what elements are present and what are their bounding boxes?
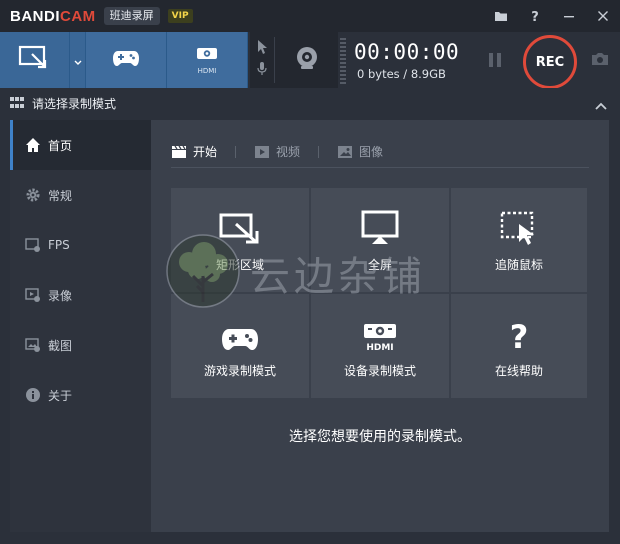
instruction-text: 选择您想要使用的录制模式。 (289, 429, 471, 445)
question-icon: ? (504, 314, 534, 352)
screen-rectangle-mode-button[interactable] (0, 32, 70, 88)
folder-icon[interactable] (484, 0, 518, 32)
home-icon (24, 136, 42, 154)
screenshot-button[interactable] (590, 51, 610, 69)
mode-online-help[interactable]: ? 在线帮助 (451, 294, 587, 398)
device-mode-button[interactable]: HDMI (167, 32, 248, 88)
game-mode-button[interactable] (86, 32, 167, 88)
gear-icon (24, 186, 42, 204)
mode-device[interactable]: HDMI 设备录制模式 (311, 294, 449, 398)
clapper-icon (171, 145, 187, 159)
play-icon (254, 145, 270, 159)
image-gear-icon (24, 336, 42, 354)
sidebar-item-fps[interactable]: FPS (10, 220, 151, 270)
microphone-icon[interactable] (256, 61, 268, 81)
rectangle-select-icon (218, 208, 262, 246)
main-panel: 开始 视频 图像 矩形区域 全屏 追随鼠标 游戏录制模式 HDMI 设备录制模式… (151, 120, 609, 532)
mode-rectangle-area[interactable]: 矩形区域 (171, 188, 309, 292)
image-icon (337, 145, 353, 159)
hdmi-label: HDMI (197, 66, 217, 75)
webcam-panel (250, 32, 338, 88)
webcam-button[interactable] (275, 45, 338, 75)
sidebar-item-label: FPS (48, 238, 70, 252)
webcam-icon (294, 45, 320, 75)
gamepad-icon (112, 48, 140, 72)
close-icon[interactable] (586, 0, 620, 32)
pause-icon (488, 53, 502, 72)
camera-icon (590, 52, 610, 71)
tab-start[interactable]: 开始 (171, 143, 217, 160)
recording-timer: 00:00:00 (354, 40, 460, 64)
mode-label: 游戏录制模式 (203, 363, 276, 378)
svg-text:HDMI: HDMI (366, 343, 393, 352)
sidebar-item-label: 截图 (48, 338, 73, 353)
follow-mouse-icon (499, 208, 539, 246)
section-header: 请选择录制模式 (0, 88, 620, 118)
monitor-icon (360, 208, 400, 246)
sidebar-item-label: 常规 (48, 188, 73, 203)
sidebar: 首页 常规 FPS 录像 截图 关于 (10, 120, 151, 532)
vip-badge: VIP (167, 9, 193, 23)
hdmi-icon: HDMI (360, 314, 400, 352)
sidebar-item-video[interactable]: 录像 (10, 270, 151, 320)
svg-text:?: ? (531, 10, 539, 23)
mode-fullscreen[interactable]: 全屏 (311, 188, 449, 292)
grid-icon (10, 97, 24, 109)
mode-label: 在线帮助 (494, 363, 543, 378)
mode-dropdown-button[interactable] (70, 32, 86, 88)
mode-follow-mouse[interactable]: 追随鼠标 (451, 188, 587, 292)
hdmi-icon (193, 46, 221, 65)
svg-text:?: ? (510, 318, 529, 352)
app-logo: BANDICAM (10, 7, 96, 25)
section-title: 请选择录制模式 (32, 96, 117, 111)
mode-label: 矩形区域 (215, 257, 264, 272)
sidebar-item-label: 录像 (48, 288, 73, 303)
mode-label: 设备录制模式 (343, 363, 416, 378)
toolbar: HDMI 00:00:00 0 bytes / 8.9GB REC (0, 32, 620, 89)
tab-video[interactable]: 视频 (254, 143, 300, 160)
sidebar-item-general[interactable]: 常规 (10, 170, 151, 220)
sidebar-item-label: 首页 (48, 138, 73, 153)
sidebar-item-label: 关于 (48, 388, 73, 403)
mode-grid: 矩形区域 全屏 追随鼠标 游戏录制模式 HDMI 设备录制模式 ? 在线帮助 (171, 188, 587, 398)
edition-badge: 班迪录屏 (103, 7, 160, 25)
rec-button[interactable]: REC (523, 35, 577, 89)
sidebar-item-home[interactable]: 首页 (10, 120, 151, 170)
help-icon[interactable]: ? (518, 0, 552, 32)
sidebar-item-about[interactable]: 关于 (10, 370, 151, 420)
mode-game[interactable]: 游戏录制模式 (171, 294, 309, 398)
level-meter (340, 38, 346, 84)
pause-button[interactable] (488, 52, 502, 68)
mode-label: 全屏 (367, 257, 392, 272)
tab-bar: 开始 视频 图像 (171, 136, 589, 168)
sidebar-item-screenshot[interactable]: 截图 (10, 320, 151, 370)
chevron-down-icon (74, 51, 82, 70)
chevron-up-icon[interactable] (594, 96, 608, 115)
title-bar: BANDICAM 班迪录屏 VIP ? (0, 0, 620, 32)
mode-label: 追随鼠标 (494, 257, 543, 272)
tab-image[interactable]: 图像 (337, 143, 383, 160)
rectangle-select-icon (18, 45, 52, 75)
gamepad-icon (221, 314, 259, 352)
info-icon (24, 386, 42, 404)
cursor-effect-icon[interactable] (255, 39, 269, 59)
minimize-icon[interactable] (552, 0, 586, 32)
fps-gear-icon (24, 236, 42, 254)
video-gear-icon (24, 286, 42, 304)
file-size-readout: 0 bytes / 8.9GB (357, 67, 446, 81)
